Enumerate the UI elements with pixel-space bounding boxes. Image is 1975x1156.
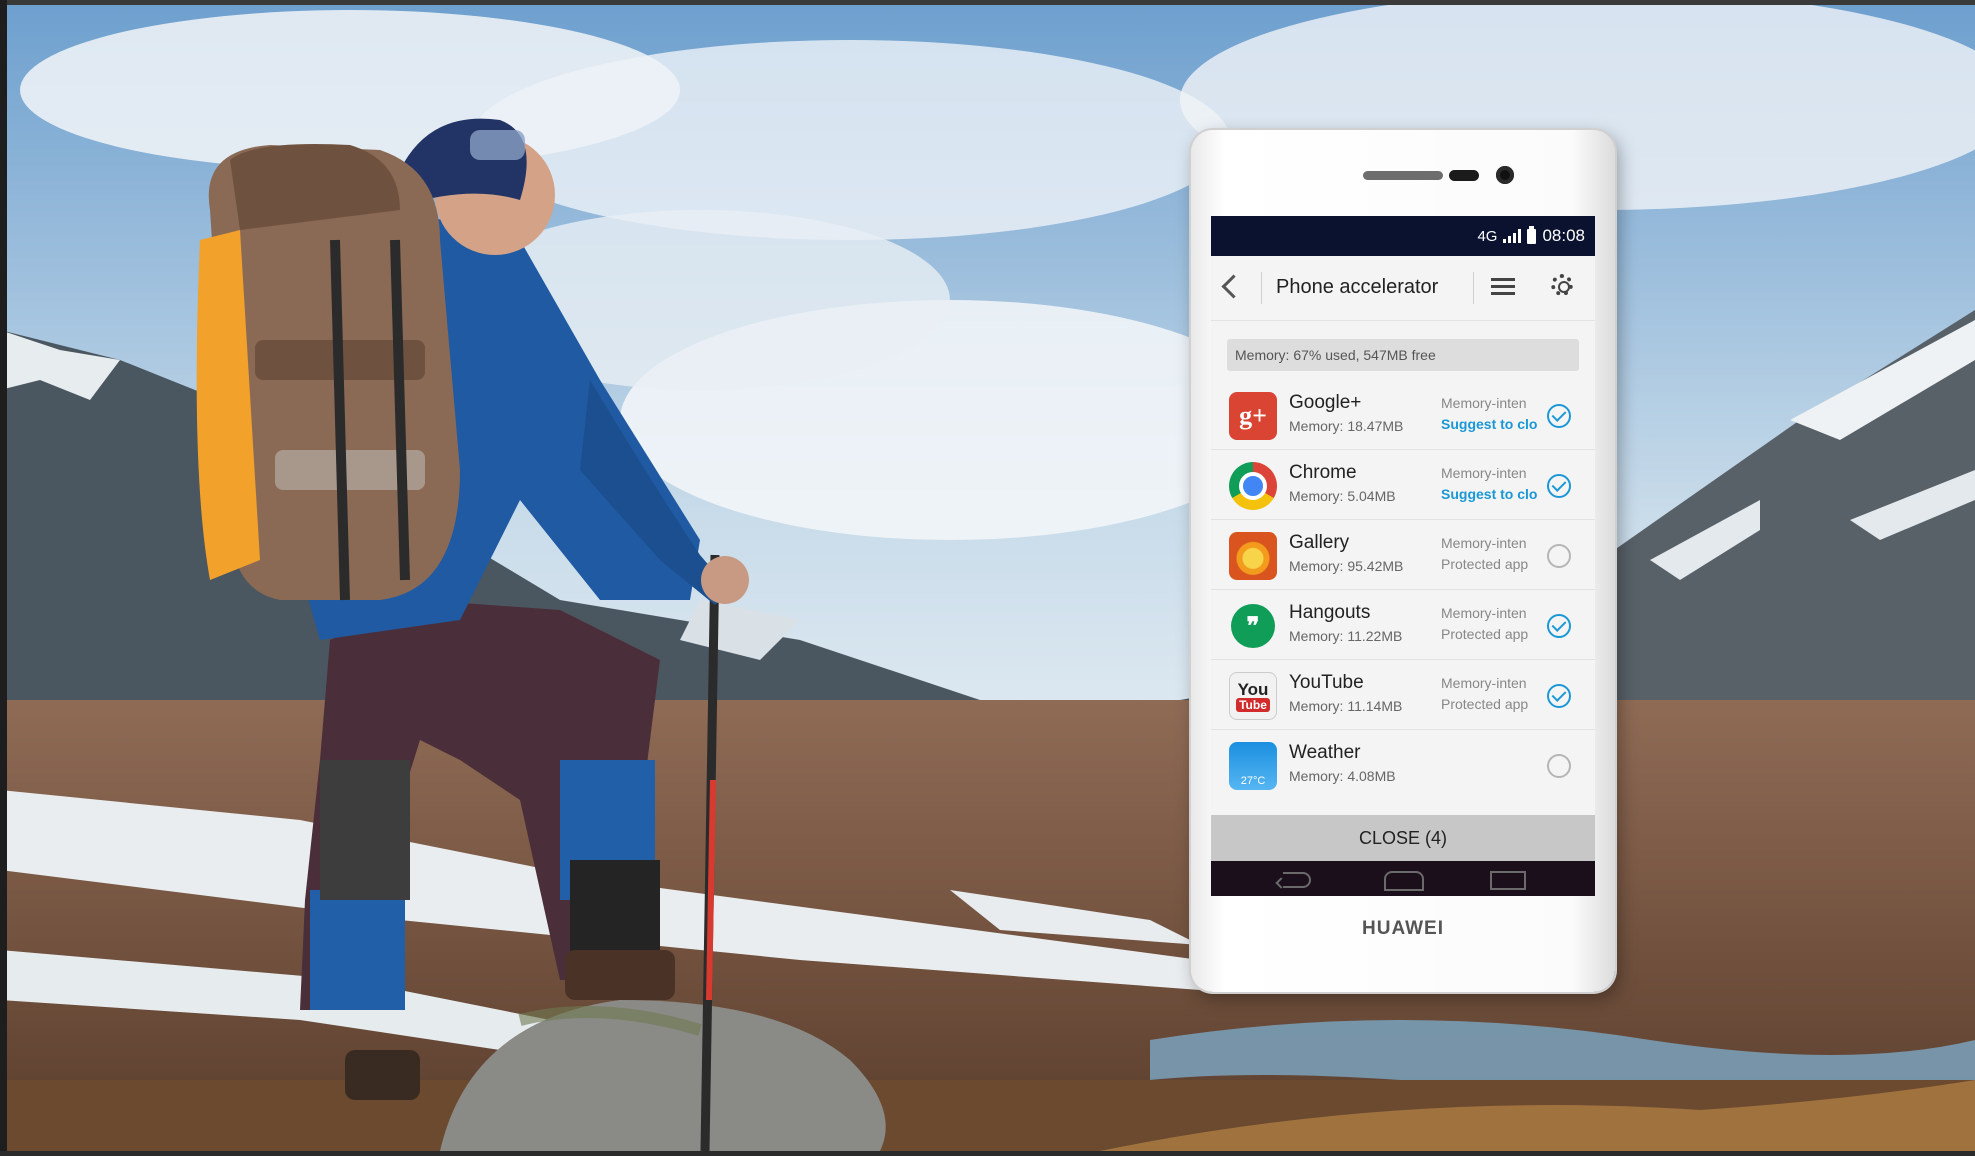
app-note: Suggest to clo (1441, 416, 1537, 432)
app-checkbox[interactable] (1547, 754, 1571, 778)
list-item[interactable]: 27°C Weather Memory: 4.08MB (1211, 730, 1595, 799)
nav-back-icon[interactable] (1283, 872, 1311, 888)
app-checkbox[interactable] (1547, 404, 1571, 428)
background-scene (0, 0, 1975, 1152)
phone-brand-logo: HUAWEI (1362, 918, 1444, 939)
app-checkbox[interactable] (1547, 474, 1571, 498)
list-item[interactable]: g+ Google+ Memory: 18.47MB Memory-inten … (1211, 380, 1595, 450)
left-border (0, 0, 7, 1151)
app-memory: Memory: 11.22MB (1289, 628, 1403, 644)
list-item[interactable]: Chrome Memory: 5.04MB Memory-inten Sugge… (1211, 450, 1595, 520)
earpiece-speaker (1363, 171, 1443, 180)
top-border (0, 0, 1975, 5)
weather-icon: 27°C (1229, 742, 1277, 790)
app-checkbox[interactable] (1547, 614, 1571, 638)
gear-icon[interactable] (1551, 274, 1573, 296)
app-status: Memory-inten (1441, 675, 1527, 691)
app-status: Memory-inten (1441, 465, 1527, 481)
app-memory: Memory: 95.42MB (1289, 558, 1404, 574)
close-button[interactable]: CLOSE (4) (1211, 815, 1595, 861)
phone-screen: 4G 08:08 Phone accelerator Memory: 67% u… (1211, 216, 1595, 896)
status-time: 08:08 (1542, 226, 1585, 245)
list-item[interactable]: You Tube YouTube Memory: 11.14MB Memory-… (1211, 660, 1595, 730)
signal-icon (1503, 229, 1522, 243)
app-note: Protected app (1441, 626, 1529, 642)
youtube-logo-bottom: Tube (1236, 697, 1270, 712)
app-list: g+ Google+ Memory: 18.47MB Memory-inten … (1211, 380, 1595, 799)
app-note: Protected app (1441, 556, 1529, 572)
hangouts-icon: ❞ (1229, 602, 1277, 650)
app-name: Hangouts (1289, 602, 1371, 623)
page-title: Phone accelerator (1276, 276, 1439, 298)
app-name: Weather (1289, 742, 1361, 763)
navigation-bar (1211, 861, 1595, 896)
proximity-sensor (1449, 170, 1479, 181)
app-status: Memory-inten (1441, 395, 1527, 411)
title-bar: Phone accelerator (1211, 256, 1595, 321)
back-arrow-icon[interactable] (1221, 274, 1246, 299)
app-status: Memory-inten (1441, 535, 1527, 551)
front-camera-icon (1496, 166, 1514, 184)
huawei-phone: 4G 08:08 Phone accelerator Memory: 67% u… (1191, 130, 1615, 992)
app-note: Protected app (1441, 696, 1529, 712)
app-memory: Memory: 4.08MB (1289, 768, 1396, 784)
youtube-icon: You Tube (1229, 672, 1277, 720)
memory-usage-bar: Memory: 67% used, 547MB free (1227, 339, 1579, 371)
nav-home-icon[interactable] (1384, 871, 1424, 891)
list-item[interactable]: ❞ Hangouts Memory: 11.22MB Memory-inten … (1211, 590, 1595, 660)
app-name: Chrome (1289, 462, 1357, 483)
app-checkbox[interactable] (1547, 544, 1571, 568)
title-divider (1261, 272, 1262, 304)
app-memory: Memory: 11.14MB (1289, 698, 1403, 714)
weather-icon-temp: 27°C (1240, 775, 1266, 787)
title-divider (1473, 272, 1474, 304)
network-type: 4G (1477, 227, 1498, 245)
youtube-logo-top: You (1237, 679, 1269, 699)
chrome-icon (1229, 462, 1277, 510)
app-note: Suggest to clo (1441, 486, 1537, 502)
app-name: YouTube (1289, 672, 1364, 693)
status-bar: 4G 08:08 (1211, 216, 1595, 256)
nav-recent-apps-icon[interactable] (1490, 871, 1526, 890)
app-memory: Memory: 18.47MB (1289, 418, 1404, 434)
app-memory: Memory: 5.04MB (1289, 488, 1396, 504)
list-menu-icon[interactable] (1491, 277, 1515, 297)
app-name: Google+ (1289, 392, 1362, 413)
app-status: Memory-inten (1441, 605, 1527, 621)
app-checkbox[interactable] (1547, 684, 1571, 708)
list-item[interactable]: Gallery Memory: 95.42MB Memory-inten Pro… (1211, 520, 1595, 590)
google-plus-icon: g+ (1229, 392, 1277, 440)
battery-icon (1527, 225, 1537, 244)
hiker-landscape-photo (0, 0, 1975, 1152)
gallery-icon (1229, 532, 1277, 580)
app-name: Gallery (1289, 532, 1350, 553)
